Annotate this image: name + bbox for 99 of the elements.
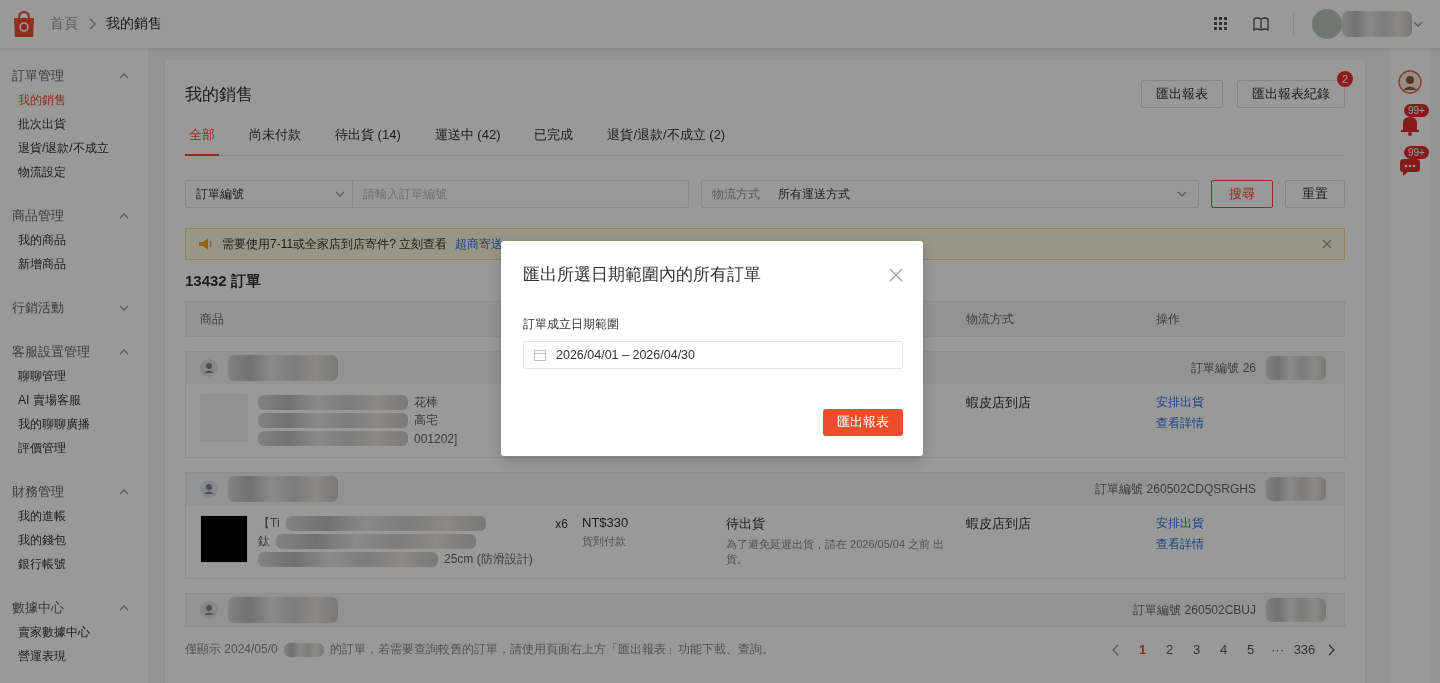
nav-item[interactable]: 賣家數據中心 xyxy=(0,620,148,644)
column-header: 商品 xyxy=(200,310,224,328)
dialog-title: 匯出所選日期範圍內的所有訂單 xyxy=(523,264,761,286)
nav-group-header[interactable]: 訂單管理 xyxy=(0,64,148,88)
nav-group-title: 數據中心 xyxy=(12,599,64,617)
page-number[interactable]: 2 xyxy=(1156,642,1183,657)
date-range-field[interactable]: 2026/04/01 – 2026/04/30 xyxy=(523,341,903,369)
nav-item[interactable]: 我的商品 xyxy=(0,228,148,252)
nav-item[interactable]: 我的進帳 xyxy=(0,504,148,528)
nav-item[interactable]: 聊聊管理 xyxy=(0,364,148,388)
nav-item[interactable]: 退貨/退款/不成立 xyxy=(0,136,148,160)
count-badge: 99+ xyxy=(1404,104,1429,117)
order-tab[interactable]: 待出貨 (14) xyxy=(331,114,405,156)
payment-method: 貨到付款 xyxy=(582,534,627,549)
order-tab[interactable]: 退貨/退款/不成立 (2) xyxy=(603,114,730,156)
quantity: x6 xyxy=(555,516,569,531)
close-icon[interactable] xyxy=(1322,239,1332,249)
shop-bag-logo-icon xyxy=(12,10,36,38)
redaction-smudge xyxy=(1266,598,1326,622)
close-icon[interactable] xyxy=(889,267,903,282)
nav-item[interactable]: 營運表現 xyxy=(0,644,148,668)
header-button[interactable]: 匯出報表 xyxy=(1141,80,1223,108)
nav-item[interactable]: 我的錢包 xyxy=(0,528,148,552)
breadcrumb-current: 我的銷售 xyxy=(106,15,162,33)
nav-item[interactable]: 物流設定 xyxy=(0,160,148,184)
field-dropdown[interactable]: 訂單編號 xyxy=(186,181,353,207)
action-link[interactable]: 查看詳情 xyxy=(1156,415,1344,432)
count-badge: 99+ xyxy=(1404,146,1429,159)
order-tab[interactable]: 運送中 (42) xyxy=(430,114,505,156)
shipping-dropdown[interactable]: 物流方式 所有運送方式 xyxy=(701,180,1199,208)
product-text: 高宅 xyxy=(414,412,438,429)
redaction-smudge xyxy=(1342,11,1412,37)
dropdown-value: 訂單編號 xyxy=(196,185,244,203)
order-count: 13432 訂單 xyxy=(185,272,261,291)
nav-group-title: 訂單管理 xyxy=(12,67,64,85)
notice-link[interactable]: 超商寄送 xyxy=(455,235,504,253)
user-avatar-icon xyxy=(200,601,218,619)
page-number[interactable]: ··· xyxy=(1264,642,1291,657)
footer-note: 僅顯示 2024/05/0 xyxy=(185,641,278,658)
shipping-method: 蝦皮店到店 xyxy=(966,394,1032,412)
nav-item[interactable]: 評價管理 xyxy=(0,436,148,460)
product-photo xyxy=(200,515,248,563)
nav-group-title: 客服設置管理 xyxy=(12,343,90,361)
order-tab[interactable]: 尚未付款 xyxy=(245,114,305,156)
page-number[interactable]: 3 xyxy=(1183,642,1210,657)
order-status: 待出貨 xyxy=(726,515,766,533)
column-header: 操作 xyxy=(1156,310,1180,328)
nav-group-header[interactable]: 數據中心 xyxy=(0,596,148,620)
order-tab[interactable]: 已完成 xyxy=(530,114,578,156)
count-badge: 2 xyxy=(1337,71,1353,87)
apps-grid-icon[interactable] xyxy=(1213,16,1229,32)
product-text: 25cm (防滑設計) xyxy=(444,551,533,568)
nav-group-header[interactable]: 行銷活動 xyxy=(0,296,148,320)
page-title: 我的銷售 xyxy=(185,83,253,106)
user-avatar-icon xyxy=(200,480,218,498)
redaction-smudge xyxy=(1266,356,1326,380)
user-avatar[interactable] xyxy=(1312,9,1342,39)
nav-group-title: 行銷活動 xyxy=(12,299,64,317)
action-link[interactable]: 安排出貨 xyxy=(1156,394,1344,411)
nav-item[interactable]: 批次出貨 xyxy=(0,112,148,136)
order-number: 訂單編號 260502CBUJ xyxy=(1133,601,1256,619)
nav-item[interactable]: 我的聊聊廣播 xyxy=(0,412,148,436)
calendar-icon xyxy=(534,349,546,361)
nav-group-header[interactable]: 商品管理 xyxy=(0,204,148,228)
page-number[interactable]: 4 xyxy=(1210,642,1237,657)
nav-item[interactable]: 新增商品 xyxy=(0,252,148,276)
order-price: NT$330 xyxy=(582,515,630,530)
column-header: 物流方式 xyxy=(966,310,1014,328)
product-text: 【Ti xyxy=(258,515,280,532)
order-number: 訂單編號 260502CDQSRGHS xyxy=(1095,480,1256,498)
action-link[interactable]: 查看詳情 xyxy=(1156,536,1344,553)
page-number[interactable]: 336 xyxy=(1291,642,1318,657)
redaction-smudge xyxy=(283,642,324,657)
field-label: 訂單成立日期範圍 xyxy=(523,316,620,333)
action-link[interactable]: 安排出貨 xyxy=(1156,515,1344,532)
page-number[interactable]: 5 xyxy=(1237,642,1264,657)
user-avatar-icon xyxy=(200,359,218,377)
nav-item[interactable]: 銀行帳號 xyxy=(0,552,148,576)
product-text: 001202] xyxy=(414,431,458,446)
reset-button[interactable]: 重置 xyxy=(1285,180,1345,208)
export-button[interactable]: 匯出報表 xyxy=(823,409,903,436)
nav-group-header[interactable]: 財務管理 xyxy=(0,480,148,504)
shipping-method: 蝦皮店到店 xyxy=(966,515,1032,533)
notice-text: 需要使用7-11或全家店到店寄件? 立刻查看 xyxy=(222,235,448,253)
book-icon[interactable] xyxy=(1253,16,1269,32)
status-note: 為了避免延遲出貨，請在 2026/05/04 之前 出貨。 xyxy=(726,537,946,567)
nav-item[interactable]: AI 賣場客服 xyxy=(0,388,148,412)
nav-group-header[interactable]: 客服設置管理 xyxy=(0,340,148,364)
order-number: 訂單編號 26 xyxy=(1191,359,1256,377)
product-text: 鈦 xyxy=(258,533,270,550)
nav-group-title: 財務管理 xyxy=(12,483,64,501)
dropdown-value: 所有運送方式 xyxy=(778,185,851,203)
chevron-right-icon xyxy=(88,18,96,30)
shipping-label: 物流方式 xyxy=(712,185,760,203)
redaction-smudge xyxy=(1266,477,1326,501)
avatar-silhouette-icon[interactable] xyxy=(1398,70,1422,94)
product-text: 花棒 xyxy=(414,394,438,411)
nav-group-title: 商品管理 xyxy=(12,207,64,225)
speaker-icon xyxy=(198,237,214,251)
